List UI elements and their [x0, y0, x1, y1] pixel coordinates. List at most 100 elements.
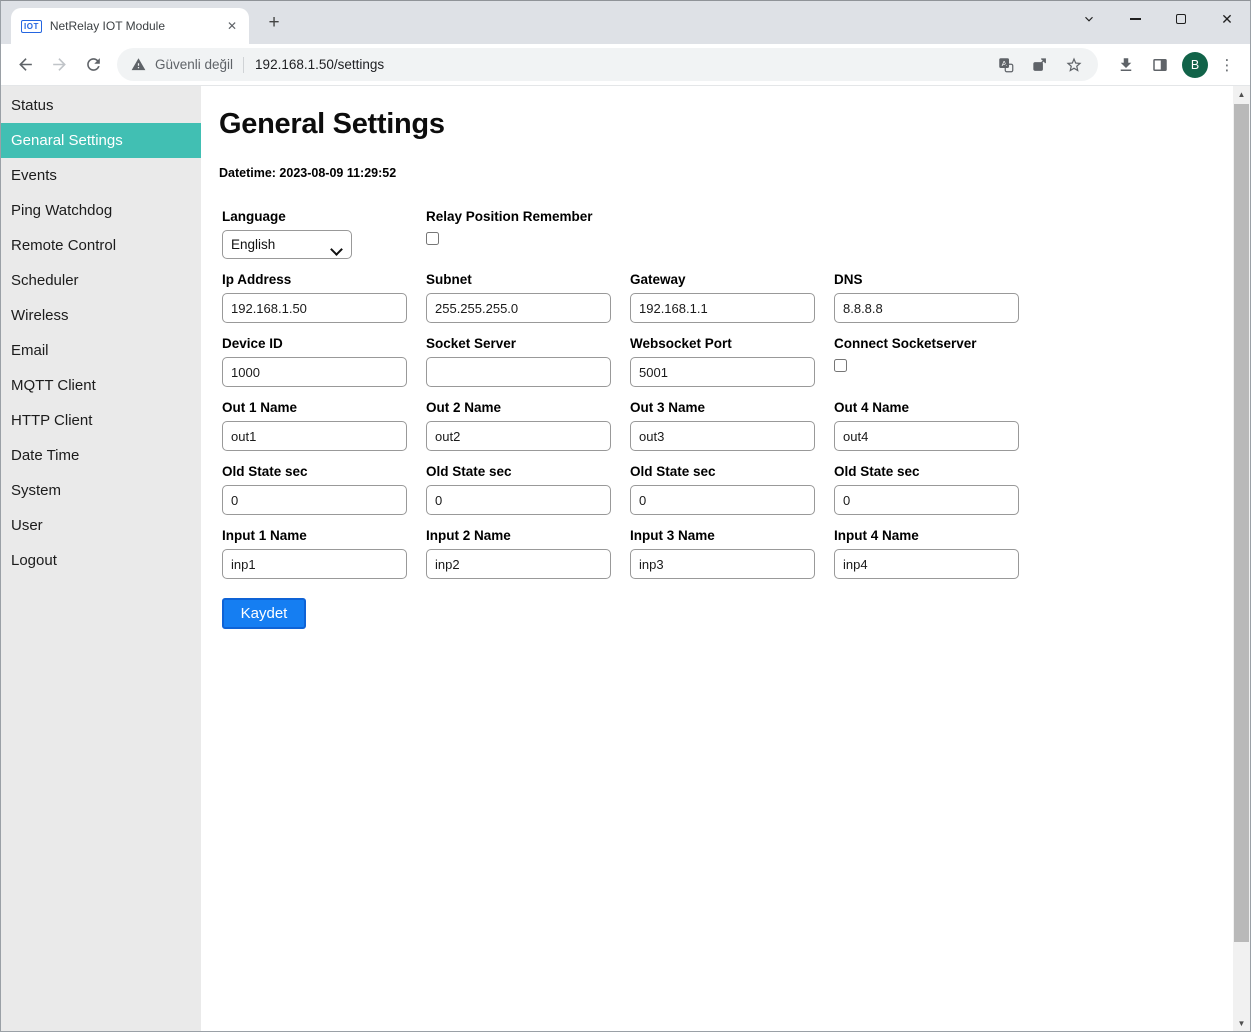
browser-toolbar: Güvenli değil 192.168.1.50/settings A: [1, 44, 1250, 86]
page-scrollbar[interactable]: ▲ ▼: [1233, 86, 1250, 1032]
chevron-down-icon[interactable]: [1066, 2, 1112, 36]
input4-label: Input 4 Name: [834, 528, 1038, 543]
old-state4-input[interactable]: [834, 485, 1019, 515]
out1-field: Out 1 Name: [222, 400, 426, 451]
datetime-label: Datetime: 2023-08-09 11:29:52: [219, 166, 1233, 180]
not-secure-warning-icon[interactable]: [131, 57, 146, 72]
site-favicon-icon: IOT: [21, 20, 42, 33]
relay-position-field: Relay Position Remember: [426, 209, 630, 259]
sidebar-item-remote-control[interactable]: Remote Control: [1, 228, 201, 263]
sidebar-item-email[interactable]: Email: [1, 333, 201, 368]
bookmark-star-icon[interactable]: [1064, 55, 1084, 75]
dns-input[interactable]: [834, 293, 1019, 323]
scroll-up-icon[interactable]: ▲: [1233, 86, 1250, 103]
input3-label: Input 3 Name: [630, 528, 834, 543]
out2-label: Out 2 Name: [426, 400, 630, 415]
old-state2-input[interactable]: [426, 485, 611, 515]
close-icon: ✕: [1221, 12, 1233, 26]
input1-field: Input 1 Name: [222, 528, 426, 579]
gateway-label: Gateway: [630, 272, 834, 287]
input4-field: Input 4 Name: [834, 528, 1038, 579]
download-icon[interactable]: [1114, 53, 1138, 77]
old-state1-label: Old State sec: [222, 464, 426, 479]
ip-address-label: Ip Address: [222, 272, 426, 287]
out4-field: Out 4 Name: [834, 400, 1038, 451]
scroll-down-icon[interactable]: ▼: [1233, 1015, 1250, 1032]
translate-icon[interactable]: A: [996, 55, 1016, 75]
out1-input[interactable]: [222, 421, 407, 451]
device-id-input[interactable]: [222, 357, 407, 387]
gateway-input[interactable]: [630, 293, 815, 323]
sidebar-item-ping-watchdog[interactable]: Ping Watchdog: [1, 193, 201, 228]
ip-address-input[interactable]: [222, 293, 407, 323]
subnet-input[interactable]: [426, 293, 611, 323]
back-button[interactable]: [9, 49, 41, 81]
old-state1-field: Old State sec: [222, 464, 426, 515]
websocket-port-input[interactable]: [630, 357, 815, 387]
out2-input[interactable]: [426, 421, 611, 451]
security-status-label: Güvenli değil: [155, 57, 233, 72]
relay-position-checkbox[interactable]: [426, 232, 439, 245]
address-bar[interactable]: Güvenli değil 192.168.1.50/settings A: [117, 48, 1098, 81]
scrollbar-thumb[interactable]: [1234, 104, 1249, 942]
input1-label: Input 1 Name: [222, 528, 426, 543]
browser-tab[interactable]: IOT NetRelay IOT Module ✕: [11, 8, 249, 44]
relay-position-label: Relay Position Remember: [426, 209, 630, 224]
omnibox-actions: A: [996, 55, 1084, 75]
svg-text:A: A: [1002, 58, 1007, 67]
sidebar-item-user[interactable]: User: [1, 508, 201, 543]
form-row-out-names: Out 1 Name Out 2 Name Out 3 Name Out 4 N…: [222, 400, 1233, 451]
websocket-port-field: Websocket Port: [630, 336, 834, 387]
reload-icon: [84, 55, 103, 74]
menu-kebab-icon[interactable]: ⋮: [1218, 56, 1236, 74]
form-row-language: Language English Relay Position Remember: [222, 209, 1233, 259]
sidebar-item-status[interactable]: Status: [1, 88, 201, 123]
out3-input[interactable]: [630, 421, 815, 451]
tab-title: NetRelay IOT Module: [50, 19, 223, 33]
device-id-field: Device ID: [222, 336, 426, 387]
input4-input[interactable]: [834, 549, 1019, 579]
sidebar-item-wireless[interactable]: Wireless: [1, 298, 201, 333]
input2-field: Input 2 Name: [426, 528, 630, 579]
minimize-button[interactable]: [1112, 2, 1158, 36]
reload-button[interactable]: [77, 49, 109, 81]
sidebar-item-http-client[interactable]: HTTP Client: [1, 403, 201, 438]
new-tab-button[interactable]: +: [261, 10, 287, 36]
old-state3-input[interactable]: [630, 485, 815, 515]
language-select-wrap: English: [222, 236, 352, 253]
old-state1-input[interactable]: [222, 485, 407, 515]
sidebar-item-general-settings[interactable]: Genaral Settings: [1, 123, 201, 158]
gateway-field: Gateway: [630, 272, 834, 323]
socket-server-field: Socket Server: [426, 336, 630, 387]
language-select[interactable]: English: [222, 230, 352, 259]
profile-avatar[interactable]: B: [1182, 52, 1208, 78]
maximize-button[interactable]: [1158, 2, 1204, 36]
main-content: General Settings Datetime: 2023-08-09 11…: [201, 86, 1233, 1032]
side-panel-icon[interactable]: [1148, 53, 1172, 77]
sidebar-item-mqtt-client[interactable]: MQTT Client: [1, 368, 201, 403]
tab-close-icon[interactable]: ✕: [223, 17, 241, 35]
input3-input[interactable]: [630, 549, 815, 579]
input2-input[interactable]: [426, 549, 611, 579]
connect-socketserver-checkbox[interactable]: [834, 359, 847, 372]
socket-server-input[interactable]: [426, 357, 611, 387]
sidebar-item-events[interactable]: Events: [1, 158, 201, 193]
sidebar-item-date-time[interactable]: Date Time: [1, 438, 201, 473]
sidebar-item-logout[interactable]: Logout: [1, 543, 201, 578]
old-state4-field: Old State sec: [834, 464, 1038, 515]
old-state3-label: Old State sec: [630, 464, 834, 479]
sidebar-item-scheduler[interactable]: Scheduler: [1, 263, 201, 298]
save-button[interactable]: Kaydet: [222, 598, 306, 629]
browser-window: IOT NetRelay IOT Module ✕ + ✕ G: [0, 0, 1251, 1032]
url-text[interactable]: 192.168.1.50/settings: [255, 57, 384, 72]
share-icon[interactable]: [1030, 55, 1050, 75]
out3-field: Out 3 Name: [630, 400, 834, 451]
old-state2-label: Old State sec: [426, 464, 630, 479]
close-window-button[interactable]: ✕: [1204, 2, 1250, 36]
page-area: Status Genaral Settings Events Ping Watc…: [1, 86, 1250, 1032]
old-state2-field: Old State sec: [426, 464, 630, 515]
sidebar-item-system[interactable]: System: [1, 473, 201, 508]
out4-input[interactable]: [834, 421, 1019, 451]
form-row-old-states: Old State sec Old State sec Old State se…: [222, 464, 1233, 515]
input1-input[interactable]: [222, 549, 407, 579]
